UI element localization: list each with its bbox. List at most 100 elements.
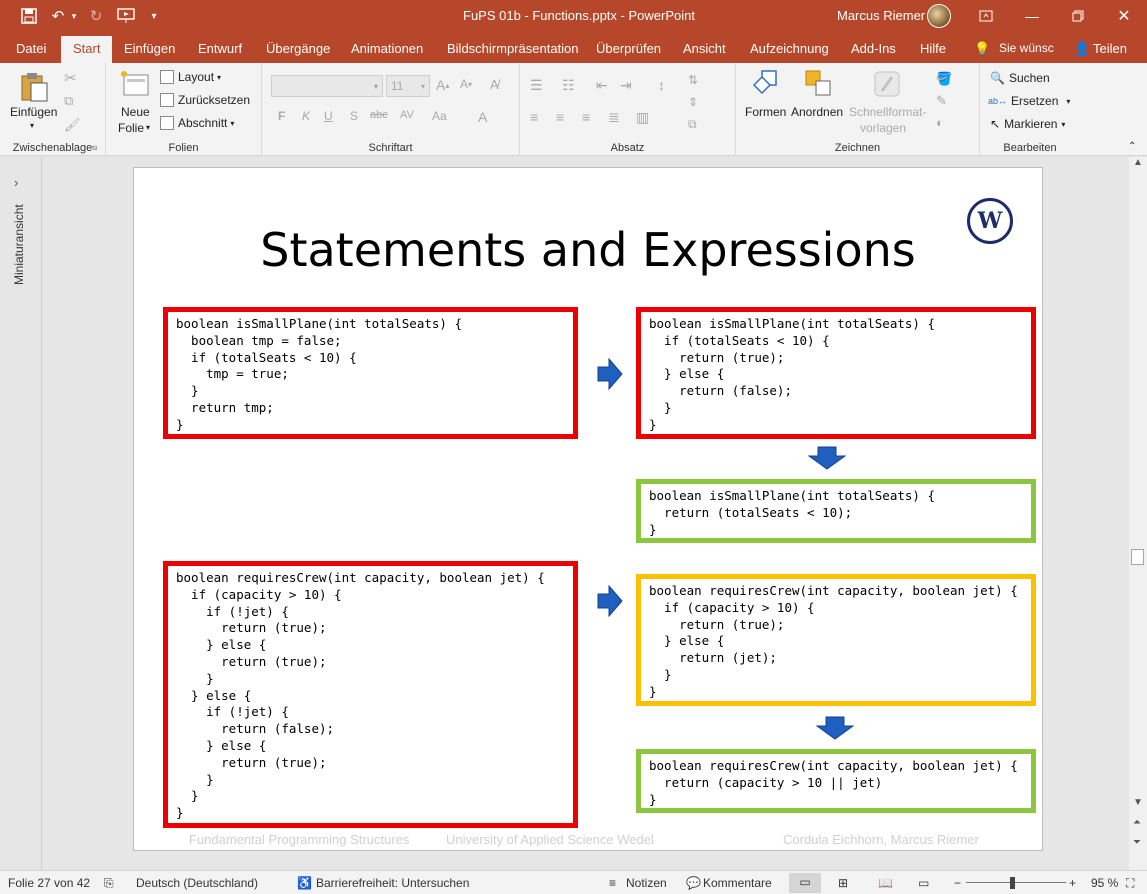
columns-icon[interactable]: ▥ (636, 109, 649, 126)
paste-button[interactable]: Einfügen (10, 105, 57, 119)
text-direction-icon[interactable]: ⇅ (688, 73, 698, 87)
quick-styles-label-2[interactable]: vorlagen (860, 121, 906, 135)
quick-styles-icon[interactable] (872, 69, 902, 99)
tab-bildschirmpraesentation[interactable]: Bildschirmpräsentation (447, 41, 579, 56)
chevron-down-icon[interactable]: ▾ (146, 123, 150, 132)
code-box-if-else-small-plane[interactable]: boolean isSmallPlane(int totalSeats) { i… (636, 307, 1036, 439)
underline-button[interactable]: U (324, 109, 333, 123)
maximize-icon[interactable] (1064, 4, 1092, 28)
normal-view-icon[interactable]: ▭ (789, 873, 821, 893)
bold-button[interactable]: F (278, 109, 285, 123)
arrange-button[interactable]: Anordnen (791, 105, 843, 119)
shape-fill-icon[interactable]: 🪣 (936, 71, 952, 87)
change-case-button[interactable]: Aa (432, 109, 447, 123)
tab-hilfe[interactable]: Hilfe (920, 41, 946, 56)
arrange-icon[interactable] (804, 69, 834, 99)
expand-thumbnails-icon[interactable]: › (14, 175, 18, 190)
tell-me-search[interactable]: Sie wünsc (999, 41, 1054, 55)
clipboard-icon[interactable] (20, 71, 50, 103)
notes-button[interactable]: Notizen (626, 876, 667, 890)
reset-button[interactable]: Zurücksetzen (160, 93, 250, 107)
vertical-scrollbar[interactable]: ▲ ▼ ⏶ ⏷ (1129, 157, 1147, 870)
previous-slide-icon[interactable]: ⏶ (1133, 817, 1141, 828)
thumbnail-pane-label[interactable]: Miniaturansicht (12, 204, 26, 285)
font-name-select[interactable]: ▾ (271, 75, 383, 97)
language-indicator[interactable]: Deutsch (Deutschland) (136, 876, 258, 890)
comments-icon[interactable]: 💬 (686, 876, 701, 890)
share-button[interactable]: Teilen (1093, 41, 1127, 56)
close-icon[interactable]: ✕ (1110, 4, 1138, 28)
zoom-in-icon[interactable]: + (1069, 876, 1076, 890)
slide-counter[interactable]: Folie 27 von 42 (8, 876, 90, 890)
comments-button[interactable]: Kommentare (703, 876, 772, 890)
align-text-icon[interactable]: ⇕ (688, 95, 698, 109)
code-box-simplified-requires-crew[interactable]: boolean requiresCrew(int capacity, boole… (636, 749, 1036, 813)
new-slide-icon[interactable] (118, 69, 150, 97)
avatar[interactable] (927, 4, 951, 28)
align-left-icon[interactable]: ≡ (530, 109, 538, 125)
shapes-icon[interactable] (750, 69, 780, 99)
shape-outline-icon[interactable]: ✎ (936, 93, 947, 109)
accessibility-status[interactable]: Barrierefreiheit: Untersuchen (316, 876, 469, 890)
zoom-level[interactable]: 95 % (1091, 876, 1118, 890)
tab-uebergaenge[interactable]: Übergänge (266, 41, 330, 56)
bullet-list-icon[interactable]: ☰ (530, 77, 543, 94)
tab-add-ins[interactable]: Add-Ins (851, 41, 896, 56)
shape-effects-icon[interactable]: ◐ (936, 115, 944, 130)
find-button[interactable]: 🔍 Suchen (990, 71, 1050, 85)
tab-datei[interactable]: Datei (16, 41, 46, 56)
customize-toolbar-icon[interactable]: ▾ (148, 6, 160, 26)
tab-ueberpruefen[interactable]: Überprüfen (596, 41, 661, 56)
scroll-thumb[interactable] (1131, 549, 1144, 565)
clear-format-icon[interactable]: A̸ (490, 77, 499, 92)
undo-icon[interactable]: ↶ (48, 6, 68, 26)
tab-einfuegen[interactable]: Einfügen (124, 41, 175, 56)
align-right-icon[interactable]: ≡ (582, 109, 590, 125)
font-size-select[interactable]: 11 ▾ (386, 75, 430, 97)
code-box-simplified-small-plane[interactable]: boolean isSmallPlane(int totalSeats) { r… (636, 479, 1036, 543)
shrink-font-icon[interactable]: A ▾ (460, 77, 472, 91)
zoom-slider-thumb[interactable] (1010, 877, 1015, 889)
new-slide-label-2[interactable]: Folie (118, 121, 144, 135)
cut-icon[interactable]: ✂ (64, 69, 77, 87)
accessibility-icon[interactable]: ♿ (297, 876, 312, 890)
slideshow-icon[interactable]: ▭ (918, 876, 929, 890)
new-slide-label[interactable]: Neue (121, 105, 150, 119)
tab-start[interactable]: Start (61, 36, 113, 63)
code-box-partial-requires-crew[interactable]: boolean requiresCrew(int capacity, boole… (636, 574, 1036, 706)
slide-sorter-icon[interactable]: ⊞ (838, 876, 848, 890)
save-icon[interactable] (18, 6, 40, 26)
font-color-button[interactable]: A (478, 109, 487, 125)
scroll-up-icon[interactable]: ▲ (1133, 157, 1143, 168)
align-center-icon[interactable]: ≡ (556, 109, 564, 125)
fit-slide-icon[interactable]: ⛶ (1126, 876, 1134, 891)
code-box-original-requires-crew[interactable]: boolean requiresCrew(int capacity, boole… (163, 561, 578, 828)
scroll-down-icon[interactable]: ▼ (1133, 797, 1143, 808)
italic-button[interactable]: K (302, 109, 310, 123)
code-box-original-small-plane[interactable]: boolean isSmallPlane(int totalSeats) { b… (163, 307, 578, 439)
user-name[interactable]: Marcus Riemer (837, 8, 925, 23)
tab-aufzeichnung[interactable]: Aufzeichnung (750, 41, 829, 56)
copy-icon[interactable]: ⧉ (64, 93, 73, 109)
decrease-indent-icon[interactable]: ⇤ (596, 77, 608, 94)
collapse-ribbon-icon[interactable]: ⌃ (1128, 141, 1136, 152)
increase-indent-icon[interactable]: ⇥ (620, 77, 632, 94)
zoom-out-icon[interactable]: − (954, 876, 961, 890)
line-spacing-icon[interactable]: ↕ (658, 77, 665, 93)
tab-entwurf[interactable]: Entwurf (198, 41, 242, 56)
quick-styles-label[interactable]: Schnellformat- (849, 105, 926, 119)
layout-button[interactable]: Layout ▾ (160, 70, 221, 84)
slide-canvas[interactable]: W Statements and Expressions boolean isS… (133, 167, 1043, 851)
share-icon[interactable]: 👤 (1074, 41, 1090, 57)
tab-ansicht[interactable]: Ansicht (683, 41, 726, 56)
reading-view-icon[interactable]: 📖 (878, 876, 893, 890)
slide-title[interactable]: Statements and Expressions (134, 223, 1042, 277)
spellcheck-icon[interactable]: ⎘ (104, 876, 114, 891)
section-button[interactable]: Abschnitt ▾ (160, 116, 234, 130)
presentation-start-icon[interactable] (114, 6, 138, 26)
grow-font-icon[interactable]: A ▴ (436, 77, 449, 93)
justify-icon[interactable]: ≣ (608, 109, 620, 126)
zoom-slider-track[interactable] (966, 882, 1066, 883)
numbered-list-icon[interactable]: ☷ (562, 77, 575, 94)
next-slide-icon[interactable]: ⏷ (1133, 837, 1141, 848)
